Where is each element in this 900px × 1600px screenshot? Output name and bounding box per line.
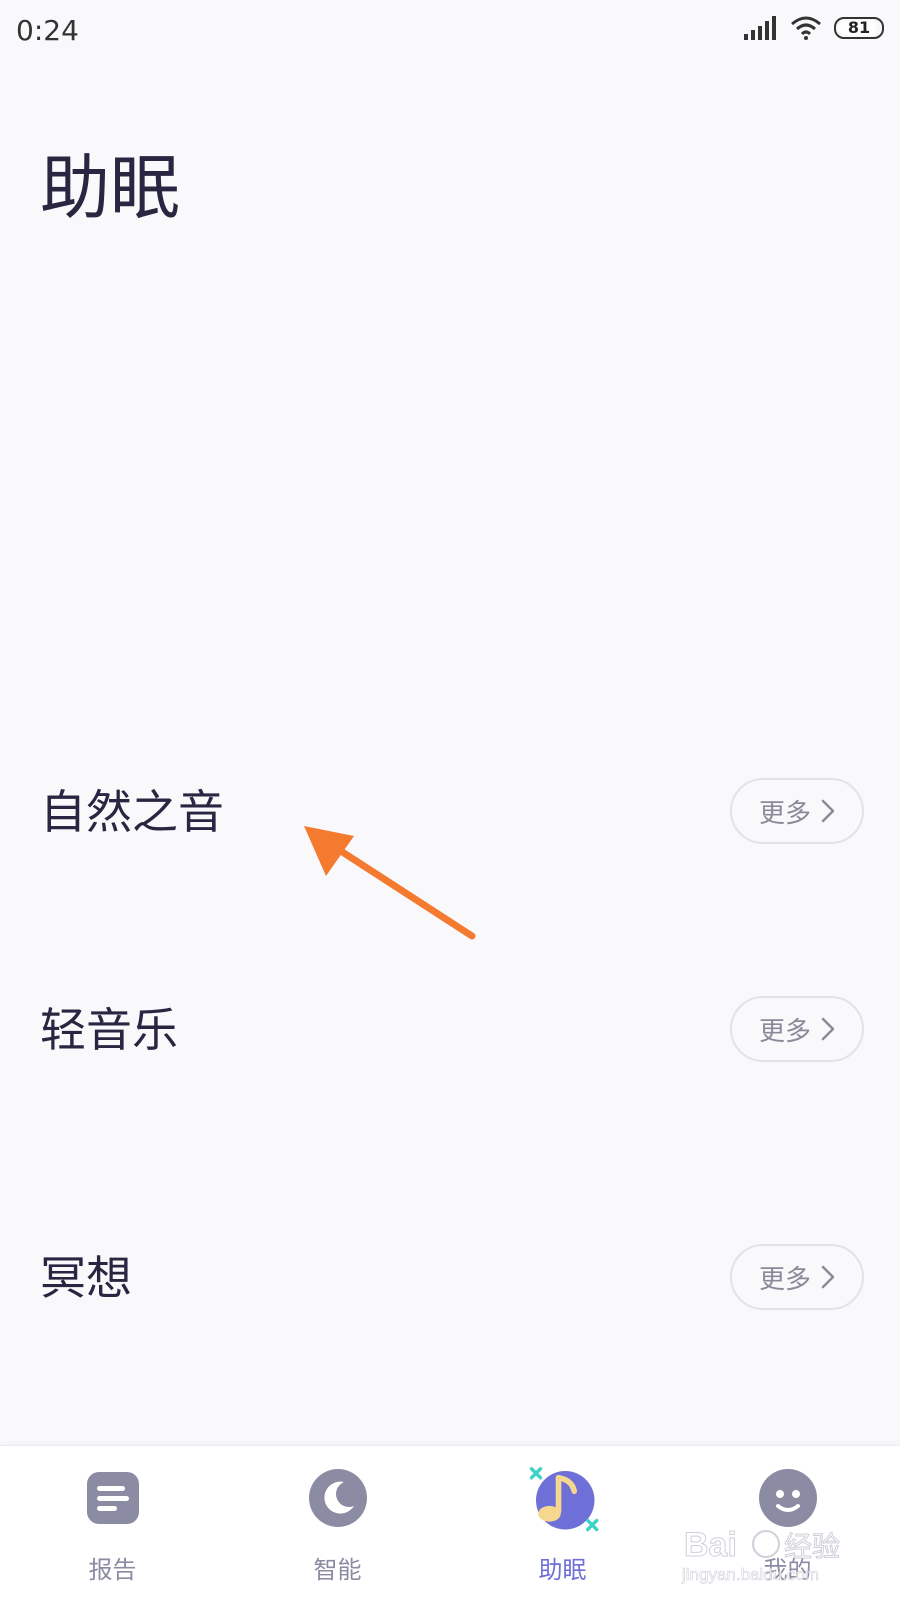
signal-icon	[744, 16, 776, 40]
status-bar: 0:24 81	[0, 0, 900, 64]
chevron-right-icon	[821, 1017, 835, 1041]
nav-item-profile[interactable]: 我的	[675, 1446, 900, 1600]
wifi-icon	[791, 16, 821, 40]
battery-level: 81	[847, 18, 871, 37]
chevron-right-icon	[821, 799, 835, 823]
section-title: 冥想	[40, 1251, 132, 1305]
more-button-meditation[interactable]: 更多	[730, 1244, 864, 1310]
nav-label: 报告	[88, 1556, 137, 1584]
nav-label: 助眠	[538, 1556, 587, 1584]
bottom-nav: 报告 智能 助眠 我的 Bai 经验 jingyan.baidu.com	[0, 1445, 900, 1600]
moon-icon	[308, 1469, 367, 1527]
more-label: 更多	[758, 1016, 811, 1047]
more-label: 更多	[758, 798, 811, 829]
section-light-music: 轻音乐 更多	[0, 990, 900, 1070]
nav-item-report[interactable]: 报告	[0, 1446, 225, 1600]
nav-label: 我的	[763, 1556, 812, 1584]
more-button-nature-sounds[interactable]: 更多	[730, 778, 864, 844]
section-meditation: 冥想 更多	[0, 1238, 900, 1318]
nav-item-sleep-aid[interactable]: 助眠	[450, 1446, 675, 1600]
status-time: 0:24	[16, 14, 79, 47]
status-icons: 81	[744, 16, 884, 40]
nav-item-smart[interactable]: 智能	[225, 1446, 450, 1600]
section-title: 自然之音	[40, 785, 224, 839]
battery-icon: 81	[834, 17, 884, 39]
nav-label: 智能	[313, 1556, 362, 1584]
section-nature-sounds: 自然之音 更多	[0, 772, 900, 852]
profile-icon	[758, 1469, 817, 1527]
more-button-light-music[interactable]: 更多	[730, 996, 864, 1062]
chevron-right-icon	[821, 1265, 835, 1289]
music-note-icon	[529, 1467, 598, 1532]
report-icon	[86, 1472, 139, 1524]
more-label: 更多	[758, 1264, 811, 1295]
page-title: 助眠	[40, 147, 180, 229]
section-title: 轻音乐	[40, 1003, 178, 1057]
